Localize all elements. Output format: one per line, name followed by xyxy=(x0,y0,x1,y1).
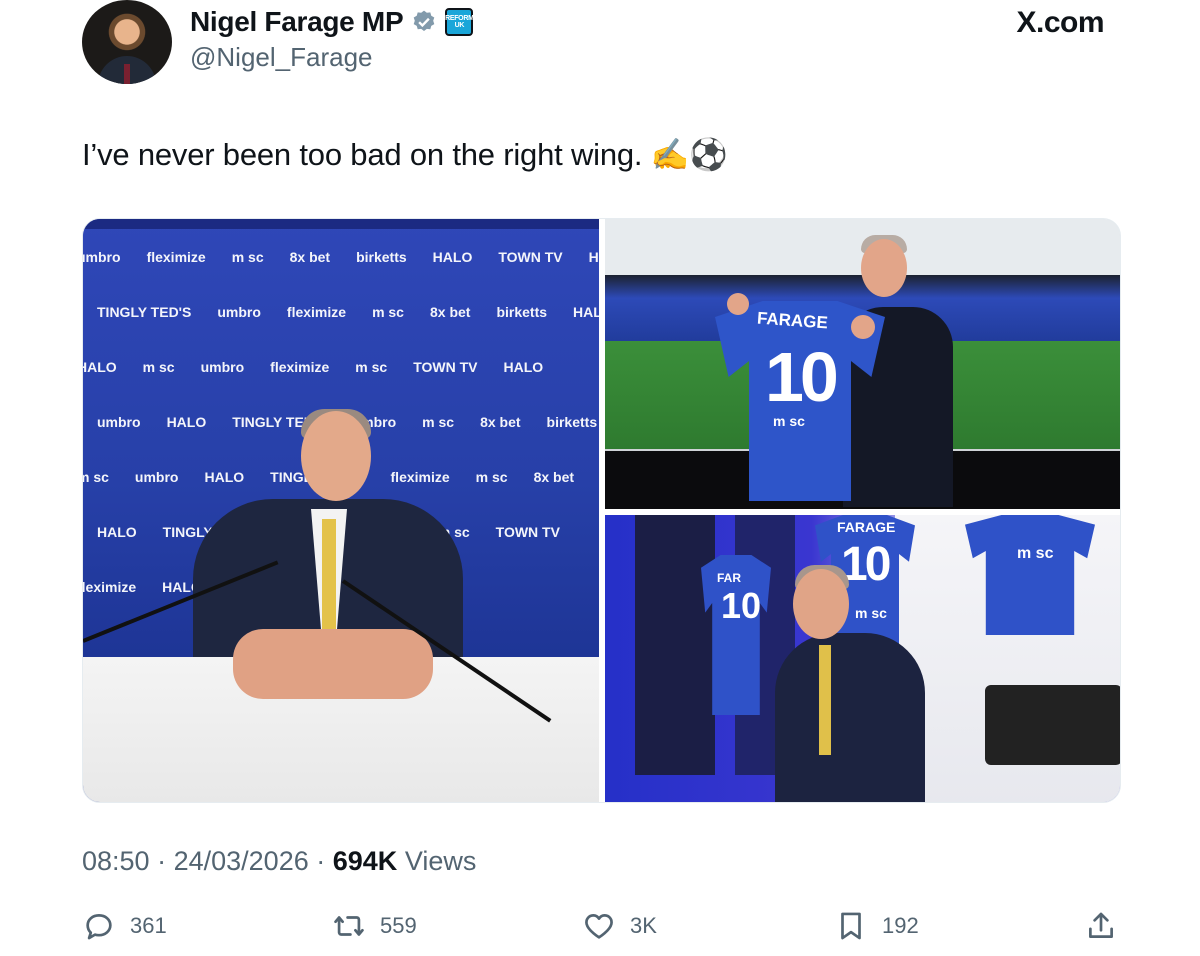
tweet-time[interactable]: 08:50 xyxy=(82,846,150,876)
holder-hand-right xyxy=(851,315,875,339)
meta-separator: · xyxy=(316,846,333,876)
sponsor-logo: m sc xyxy=(83,469,109,485)
sponsor-logo: 8x bet xyxy=(480,414,521,430)
sponsor-logo: 8x bet xyxy=(429,304,471,320)
speaker-head xyxy=(301,411,371,501)
jersey-center-name: FARAGE xyxy=(837,519,896,535)
sponsor-logo: HALO xyxy=(588,249,599,265)
sponsor-logo: fleximize xyxy=(83,579,137,595)
sponsor-logo: 8x bet xyxy=(533,469,575,485)
sponsor-logo: TOWN TV xyxy=(498,249,563,265)
sponsor-logo: fleximize xyxy=(270,359,330,375)
heart-icon xyxy=(585,914,613,939)
repost-icon xyxy=(334,916,364,936)
club-banner xyxy=(83,219,599,229)
jersey-left-name: FAR xyxy=(717,571,741,585)
sponsor-row: TINGLY TED'S umbro fleximize m sc 8x bet birk… xyxy=(97,304,599,320)
like-count: 3K xyxy=(630,913,657,938)
media-grid: umbro fleximize m sc 8x bet birketts HALO TOWN… xyxy=(82,218,1121,803)
tweet-text: I’ve never been too bad on the right win… xyxy=(82,137,728,172)
affiliate-badge-text: REFORM UK xyxy=(445,15,474,29)
sponsor-logo: m sc xyxy=(422,414,455,430)
holder-hand-left xyxy=(727,293,749,315)
sponsor-logo: 8x bet xyxy=(289,249,331,265)
sponsor-logo: HALO xyxy=(83,359,117,375)
author-handle[interactable]: @Nigel_Farage xyxy=(190,42,372,73)
like-button[interactable]: 3K xyxy=(582,904,657,948)
sponsor-row: umbro fleximize m sc 8x bet birketts HALO TOWN… xyxy=(83,249,599,265)
photo-dressing-room[interactable]: FAR 10 FARAGE 10 m sc m sc xyxy=(605,515,1120,802)
bookmark-button[interactable]: 192 xyxy=(834,904,919,948)
sponsor-logo: birketts xyxy=(546,414,598,430)
share-icon xyxy=(1089,912,1113,938)
speaker-hands xyxy=(233,629,433,699)
photo-stadium-shirt[interactable]: FARAGE 10 m sc xyxy=(605,219,1120,509)
sponsor-logo: HALO xyxy=(166,414,207,430)
sponsor-logo: TINGLY TED'S xyxy=(97,304,192,320)
held-shirt-sponsor: m sc xyxy=(773,413,805,429)
repost-count: 559 xyxy=(380,913,417,938)
sponsor-logo: m sc xyxy=(355,359,388,375)
jersey-center-sponsor: m sc xyxy=(855,605,887,621)
bookmark-icon xyxy=(841,912,861,940)
action-bar: 361 559 3K 192 xyxy=(82,904,1122,948)
seated-man-head xyxy=(793,569,849,639)
sponsor-logo: umbro xyxy=(97,414,141,430)
sponsor-logo: m sc xyxy=(142,359,175,375)
locker-panel-left xyxy=(635,515,715,775)
sponsor-logo: fleximize xyxy=(286,304,347,320)
sponsor-logo: fleximize xyxy=(390,469,450,485)
jersey-left-number: 10 xyxy=(721,585,762,626)
jersey-right-sponsor: m sc xyxy=(1017,545,1054,562)
sponsor-logo: m sc xyxy=(372,304,404,320)
sponsor-logo: fleximize xyxy=(146,249,206,265)
sponsor-logo: birketts xyxy=(496,304,548,320)
sponsor-logo: m sc xyxy=(231,249,264,265)
sponsor-logo: TOWN TV xyxy=(413,359,478,375)
reply-button[interactable]: 361 xyxy=(82,904,167,948)
tweet-date[interactable]: 24/03/2026 xyxy=(174,846,309,876)
affiliate-badge-icon[interactable]: REFORM UK xyxy=(445,8,474,36)
sponsor-logo: HALO xyxy=(503,359,544,375)
author-avatar[interactable] xyxy=(82,0,172,84)
repost-button[interactable]: 559 xyxy=(332,904,417,948)
views-count: 694K xyxy=(332,846,398,876)
sponsor-logo: HALO xyxy=(97,524,137,540)
share-button[interactable] xyxy=(1084,904,1118,948)
seated-man-tie xyxy=(819,645,831,755)
author-name[interactable]: Nigel Farage MP xyxy=(190,6,404,38)
photo-press-conference[interactable]: umbro fleximize m sc 8x bet birketts HALO TOWN… xyxy=(83,219,599,802)
sponsor-logo: HALO xyxy=(432,249,473,265)
sponsor-logo: TOWN TV xyxy=(495,524,560,540)
site-logo: X.com xyxy=(1016,6,1104,39)
sponsor-row: HALO m sc umbro fleximize m sc TOWN TV HALO xyxy=(83,359,599,375)
tweet-card: Nigel Farage MP REFORM UK @Nigel_Farage … xyxy=(0,0,1200,956)
seated-man-suit xyxy=(775,633,925,802)
bookmark-count: 192 xyxy=(882,913,919,938)
sponsor-logo: HALO xyxy=(573,304,599,320)
locker-bench xyxy=(985,685,1120,765)
meta-separator: · xyxy=(157,846,174,876)
held-shirt-number: 10 xyxy=(765,338,839,416)
sponsor-logo: umbro xyxy=(83,249,121,265)
verified-badge-icon xyxy=(414,10,435,31)
sponsor-logo: birketts xyxy=(356,249,407,265)
reply-count: 361 xyxy=(130,913,167,938)
sponsor-logo: umbro xyxy=(217,304,261,320)
reply-icon xyxy=(86,914,112,940)
sponsor-logo: umbro xyxy=(134,469,179,485)
sponsor-logo: HALO xyxy=(204,469,245,485)
sponsor-logo: umbro xyxy=(200,359,245,375)
sponsor-logo: m sc xyxy=(475,469,508,485)
author-name-row: Nigel Farage MP REFORM UK xyxy=(190,6,474,38)
tweet-meta: 08:50 · 24/03/2026 · 694K Views xyxy=(82,846,476,877)
avatar-tie xyxy=(124,64,130,84)
holder-head xyxy=(861,239,907,297)
views-label: Views xyxy=(404,846,477,876)
